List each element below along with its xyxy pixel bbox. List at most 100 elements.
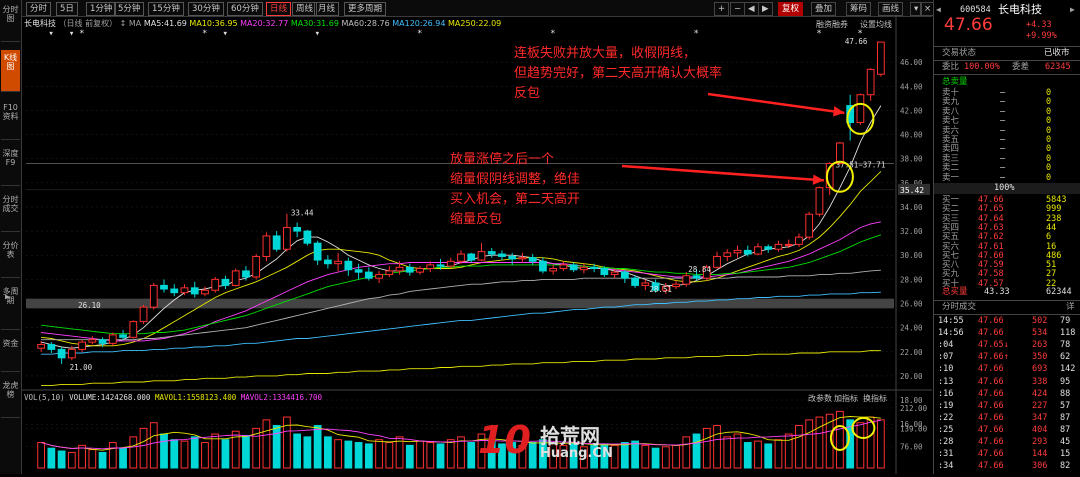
left-tab[interactable]: 多周期: [1, 284, 20, 330]
period-tab[interactable]: 30分钟: [188, 2, 224, 16]
trades-title: 分时成交: [942, 302, 977, 312]
candle: [88, 336, 97, 345]
volume-bar: [344, 440, 353, 469]
volume-bar: [682, 436, 691, 469]
fusion-link[interactable]: 融资融券: [816, 19, 848, 30]
trade-volume: 306: [1032, 461, 1048, 472]
trade-count: 88: [1060, 388, 1071, 399]
period-tab[interactable]: 月线: [314, 2, 340, 16]
event-marker[interactable]: ▾: [315, 29, 320, 39]
buy-total-row: 总买量 43.33 62344: [934, 287, 1080, 298]
event-marker[interactable]: *: [202, 29, 207, 39]
trade-row[interactable]: :31 47.66 144 15: [934, 449, 1080, 460]
volume-bar: [293, 433, 302, 469]
candle: [559, 261, 568, 271]
kline-chart-area[interactable]: 46.00 44.00 42.00 40.00 38.00 36.00 35.42 34.00…: [22, 16, 932, 474]
change-indicator-button[interactable]: 换指标: [863, 393, 887, 404]
left-tab[interactable]: 分时成交: [1, 192, 20, 232]
period-tab[interactable]: 5分钟: [114, 2, 145, 16]
scroll-right-button[interactable]: ▶: [758, 2, 773, 16]
trade-row[interactable]: 14:55 47.66 502 79: [934, 316, 1080, 327]
trade-time: :13: [938, 376, 954, 387]
right-arrow-icon[interactable]: ▶: [1070, 4, 1075, 15]
candle: [139, 304, 148, 325]
trade-price: 47.66: [978, 412, 1004, 423]
expand-arrow-icon[interactable]: ▶: [5, 292, 10, 301]
set-ma-button[interactable]: 设置均线: [860, 19, 892, 30]
candle: [723, 249, 732, 262]
volume-bar: [272, 425, 281, 469]
scroll-left-button[interactable]: ◀: [744, 2, 759, 16]
price-mode[interactable]: （日线 前复权）: [59, 19, 118, 28]
candle: [620, 269, 629, 283]
quote-panel: ◀ 600584 长电科技 ▶ 47.66 +4.33 +9.99% 交易状态 …: [933, 0, 1080, 474]
candle: [754, 243, 762, 256]
event-marker[interactable]: ▾: [69, 29, 74, 39]
period-tab[interactable]: 15分钟: [148, 2, 184, 16]
high-3344-label: 33.44: [291, 209, 314, 218]
trade-row[interactable]: :04 47.65↓ 263 78: [934, 340, 1080, 351]
left-tab[interactable]: 资金: [1, 336, 20, 372]
left-tab[interactable]: 分价表: [1, 238, 20, 278]
event-marker[interactable]: *: [816, 29, 821, 39]
left-arrow-icon[interactable]: ◀: [936, 4, 941, 15]
period-tab[interactable]: 日线: [266, 2, 292, 16]
candle: [375, 270, 383, 283]
candle: [344, 257, 353, 276]
event-marker[interactable]: *: [79, 29, 84, 39]
edit-params-button[interactable]: 改参数: [808, 393, 832, 404]
kline-chart[interactable]: 46.0044.0042.0040.0038.0036.0035.4234.00…: [22, 16, 932, 474]
sell-level-row[interactable]: 卖一 — 0: [934, 173, 1080, 183]
period-tab[interactable]: 分时: [26, 2, 52, 16]
candle: [211, 276, 220, 293]
trade-row[interactable]: :07 47.66↑ 350 62: [934, 352, 1080, 363]
adjust-price-button[interactable]: 复权: [778, 2, 804, 16]
period-tab[interactable]: 60分钟: [227, 2, 263, 16]
left-tab[interactable]: 分时图: [1, 2, 20, 42]
trades-detail-button[interactable]: 详: [1066, 302, 1075, 313]
left-tab[interactable]: 深度F9: [1, 146, 20, 186]
trade-volume: 263: [1032, 340, 1048, 351]
left-tab[interactable]: F10资料: [1, 100, 20, 140]
event-marker[interactable]: ▾: [222, 29, 227, 39]
zoom-out-button[interactable]: −: [730, 2, 746, 16]
trade-row[interactable]: :16 47.66 424 88: [934, 389, 1080, 400]
trade-row[interactable]: 14:56 47.66 534 118: [934, 328, 1080, 339]
period-tab[interactable]: 1分钟: [86, 2, 117, 16]
trade-count: 57: [1060, 400, 1071, 411]
trade-row[interactable]: :22 47.66 347 87: [934, 413, 1080, 424]
low-2100-label: 21.00: [70, 363, 93, 372]
trade-row[interactable]: :13 47.66 338 95: [934, 377, 1080, 388]
add-indicator-button[interactable]: 加指标: [834, 393, 858, 404]
left-tab[interactable]: K线图: [1, 50, 20, 92]
trade-count: 82: [1060, 461, 1071, 472]
event-marker[interactable]: *: [417, 29, 422, 39]
left-toolbar: 分时图 K线图 F10资料深度F9 分时成交分价表多周期资金龙虎榜 ▶: [0, 0, 22, 474]
trade-row[interactable]: :19 47.66 227 57: [934, 401, 1080, 412]
candle: [580, 263, 588, 274]
ma60-value: MA60:28.76: [341, 19, 390, 28]
event-marker[interactable]: *: [550, 29, 555, 39]
draw-line-button[interactable]: 画线: [878, 2, 904, 16]
trade-row[interactable]: :34 47.66 306 82: [934, 461, 1080, 472]
period-tab[interactable]: 5日: [56, 2, 78, 16]
y-axis-tick: 20.00: [900, 372, 923, 381]
event-marker[interactable]: *: [694, 29, 699, 39]
chip-button[interactable]: 筹码: [846, 2, 872, 16]
volume-bar: [149, 422, 158, 469]
zoom-in-button[interactable]: +: [714, 2, 730, 16]
trade-row[interactable]: :28 47.66 293 45: [934, 437, 1080, 448]
trade-volume: 227: [1032, 400, 1048, 411]
trade-row[interactable]: :10 47.66 693 142: [934, 364, 1080, 375]
volume-bar: [795, 425, 803, 469]
period-tab[interactable]: 更多周期: [344, 2, 387, 16]
overlay-button[interactable]: 叠加: [811, 2, 837, 16]
volume-bar: [641, 444, 650, 469]
event-marker[interactable]: ▾: [48, 29, 53, 39]
toggle-arrows-icon[interactable]: ↕: [120, 19, 127, 28]
quote-price-row: 47.66 +4.33 +9.99%: [934, 17, 1080, 44]
trade-row[interactable]: :25 47.66 404 87: [934, 425, 1080, 436]
watermark: 10 拾荒网 Huang.CN: [478, 418, 613, 462]
left-tab[interactable]: 龙虎榜: [1, 378, 20, 418]
annotation-arrow-middle: [621, 164, 825, 185]
